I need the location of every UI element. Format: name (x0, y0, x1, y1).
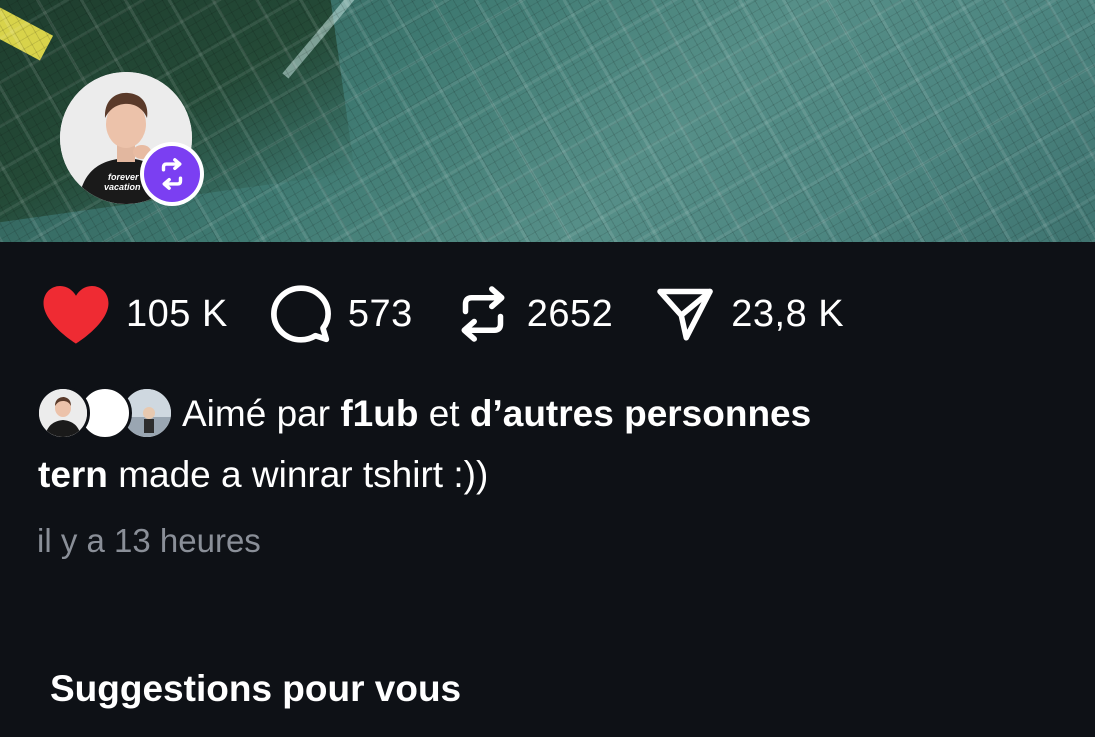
liked-by-text: Aimé par f1ub et d’autres personnes (182, 393, 811, 435)
post-caption: tern made a winrar tshirt :)) (38, 454, 488, 496)
send-icon (653, 284, 717, 344)
liked-by-row[interactable]: Aimé par f1ub et d’autres personnes (36, 386, 811, 442)
comment-icon (268, 283, 334, 345)
repost-icon (453, 284, 513, 344)
share-count: 23,8 K (731, 292, 845, 335)
share-button[interactable]: 23,8 K (653, 284, 844, 344)
liked-by-connector: et (428, 393, 460, 434)
liked-by-user-link[interactable]: f1ub (340, 393, 418, 434)
repost-count: 2652 (526, 292, 614, 335)
liked-by-avatars (36, 386, 174, 442)
post-cover-image[interactable]: forever vacation (0, 0, 1095, 242)
repost-button[interactable]: 2652 (453, 284, 614, 344)
svg-text:vacation: vacation (104, 182, 141, 192)
post-actions-bar: 105 K 573 2652 23,8 K (40, 282, 884, 346)
liked-by-prefix: Aimé par (182, 393, 331, 434)
comment-count: 573 (347, 292, 413, 335)
caption-author-link[interactable]: tern (38, 454, 108, 495)
like-button[interactable]: 105 K (40, 283, 228, 345)
svg-text:forever: forever (108, 172, 139, 182)
post-timestamp: il y a 13 heures (37, 522, 261, 559)
author-avatar[interactable]: forever vacation (60, 72, 204, 206)
like-count: 105 K (126, 292, 228, 335)
repost-icon (161, 158, 183, 190)
liked-by-others-link[interactable]: d’autres personnes (470, 393, 811, 434)
repost-badge (140, 142, 204, 206)
suggestions-heading: Suggestions pour vous (50, 668, 462, 709)
caption-text: made a winrar tshirt :)) (118, 454, 489, 495)
liker-avatar (36, 386, 90, 440)
heart-icon (40, 283, 112, 345)
comment-button[interactable]: 573 (268, 283, 413, 345)
